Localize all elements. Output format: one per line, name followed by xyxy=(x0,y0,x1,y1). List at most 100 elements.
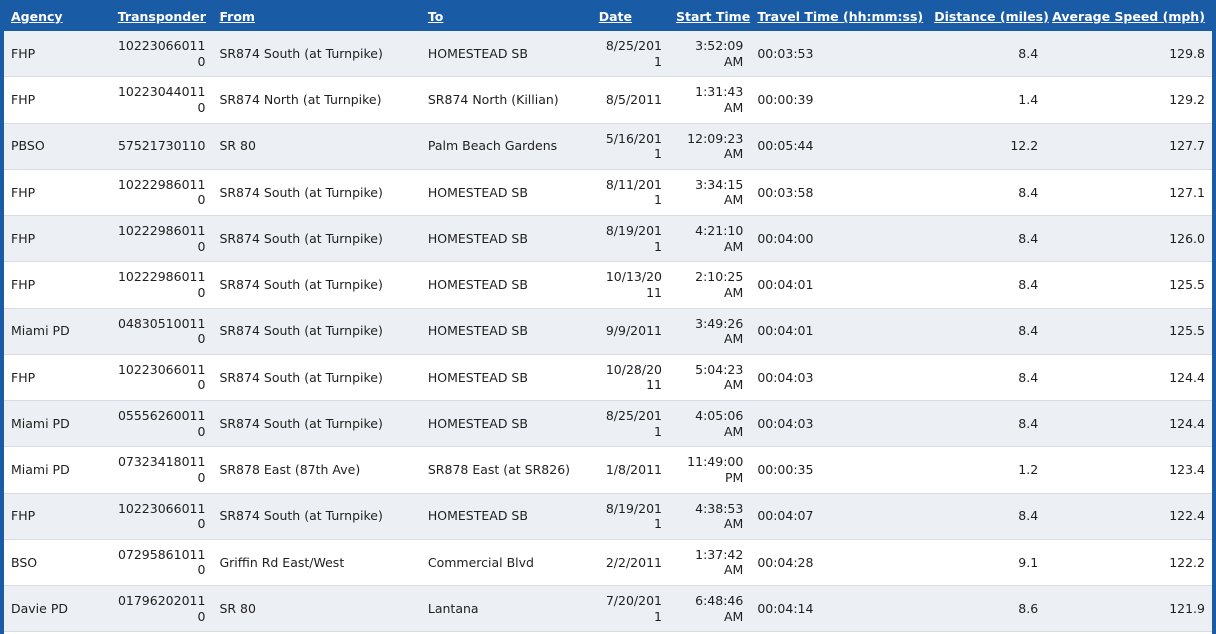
cell-dist: 8.4 xyxy=(927,261,1046,309)
cell-trans: 102230660110 xyxy=(110,354,213,402)
cell-from: SR874 South (at Turnpike) xyxy=(212,261,421,309)
cell-date: 5/16/2011 xyxy=(591,123,669,170)
column-header-agency[interactable]: Agency xyxy=(4,3,111,31)
cell-start: 5:04:23 AM xyxy=(668,354,751,402)
cell-travel: 00:04:03 xyxy=(750,400,928,448)
cell-travel: 00:03:53 xyxy=(750,31,928,78)
table-body: FHP 102230660110 SR874 South (at Turnpike)… xyxy=(4,31,1212,634)
cell-start: 3:52:09 AM xyxy=(668,31,751,78)
cell-dist: 8.4 xyxy=(927,215,1046,263)
cell-from: SR874 South (at Turnpike) xyxy=(212,169,421,217)
cell-from: SR874 North (at Turnpike) xyxy=(212,76,421,124)
cell-date: 8/19/2011 xyxy=(591,493,669,540)
table-row[interactable]: Miami PD 055562600110 SR874 South (at Turn… xyxy=(4,400,1212,448)
cell-to: Commercial Blvd xyxy=(420,539,592,587)
cell-to: HOMESTEAD SB xyxy=(420,261,592,309)
table-row[interactable]: Davie PD 017962020110 SR 80 Lantana 7/20/201… xyxy=(4,585,1212,633)
table-row[interactable]: FHP 102230440110 SR874 North (at Turnpike)… xyxy=(4,76,1212,124)
cell-agency: FHP xyxy=(4,493,111,540)
table-row[interactable]: PBSO 57521730110 SR 80 Palm Beach Gardens 5/… xyxy=(4,123,1212,170)
column-header-from[interactable]: From xyxy=(212,3,421,31)
table-row[interactable]: FHP 102230660110 SR874 South (at Turnpike)… xyxy=(4,31,1212,78)
cell-dist: 8.4 xyxy=(927,354,1046,402)
cell-date: 8/19/2011 xyxy=(591,215,669,263)
cell-travel: 00:04:07 xyxy=(750,493,928,540)
cell-trans: 102230660110 xyxy=(110,31,213,78)
header-row: Agency Transponder From To Date Start Ti… xyxy=(4,3,1212,31)
cell-trans: 102229860110 xyxy=(110,215,213,263)
table-row[interactable]: FHP 102229860110 SR874 South (at Turnpike)… xyxy=(4,261,1212,309)
cell-start: 12:09:23 AM xyxy=(668,123,751,170)
cell-travel: 00:04:28 xyxy=(750,539,928,587)
cell-trans: 102229860110 xyxy=(110,261,213,309)
cell-speed: 121.9 xyxy=(1045,585,1212,633)
table-row[interactable]: FHP 102230660110 SR874 South (at Turnpike)… xyxy=(4,354,1212,402)
cell-travel: 00:03:58 xyxy=(750,169,928,217)
cell-date: 8/25/2011 xyxy=(591,400,669,448)
cell-start: 4:38:53 AM xyxy=(668,493,751,540)
column-header-agency-label[interactable]: Agency xyxy=(11,9,63,24)
cell-to: Lantana xyxy=(420,585,592,633)
cell-date: 8/25/2011 xyxy=(591,31,669,78)
table-row[interactable]: FHP 102229860110 SR874 South (at Turnpike)… xyxy=(4,169,1212,217)
table-row[interactable]: Miami PD 048305100110 SR874 South (at Turn… xyxy=(4,308,1212,355)
cell-date: 2/2/2011 xyxy=(591,539,669,587)
table-row[interactable]: Miami PD 073234180110 SR878 East (87th Ave… xyxy=(4,446,1212,494)
cell-to: HOMESTEAD SB xyxy=(420,215,592,263)
cell-dist: 1.4 xyxy=(927,76,1046,124)
column-header-average-speed[interactable]: Average Speed (mph) xyxy=(1045,3,1212,31)
column-header-travel-time[interactable]: Travel Time (hh:mm:ss) xyxy=(750,3,928,31)
table-row[interactable]: BSO 072958610110 Griffin Rd East/West Comme… xyxy=(4,539,1212,587)
column-header-date[interactable]: Date xyxy=(591,3,669,31)
cell-speed: 129.8 xyxy=(1045,31,1212,78)
cell-travel: 00:05:44 xyxy=(750,123,928,170)
cell-start: 3:34:15 AM xyxy=(668,169,751,217)
table-row[interactable]: FHP 102230660110 SR874 South (at Turnpike)… xyxy=(4,493,1212,540)
cell-from: SR874 South (at Turnpike) xyxy=(212,308,421,355)
column-header-average-speed-label[interactable]: Average Speed (mph) xyxy=(1052,9,1205,24)
cell-agency: BSO xyxy=(4,539,111,587)
cell-from: Griffin Rd East/West xyxy=(212,539,421,587)
cell-start: 1:37:42 AM xyxy=(668,539,751,587)
cell-date: 10/13/2011 xyxy=(591,261,669,309)
cell-to: SR874 North (Killian) xyxy=(420,76,592,124)
cell-to: HOMESTEAD SB xyxy=(420,169,592,217)
cell-dist: 9.1 xyxy=(927,539,1046,587)
cell-start: 3:49:26 AM xyxy=(668,308,751,355)
cell-to: HOMESTEAD SB xyxy=(420,308,592,355)
cell-agency: Miami PD xyxy=(4,400,111,448)
column-header-to-label[interactable]: To xyxy=(428,9,443,24)
column-header-transponder[interactable]: Transponder xyxy=(110,3,213,31)
cell-date: 1/8/2011 xyxy=(591,446,669,494)
cell-from: SR 80 xyxy=(212,123,421,170)
travel-time-results-table: Agency Transponder From To Date Start Ti… xyxy=(4,3,1212,634)
column-header-start-time[interactable]: Start Time xyxy=(668,3,751,31)
cell-agency: FHP xyxy=(4,215,111,263)
column-header-start-time-label[interactable]: Start Time xyxy=(676,9,750,24)
column-header-distance[interactable]: Distance (miles) xyxy=(927,3,1049,31)
cell-start: 2:10:25 AM xyxy=(668,261,751,309)
table-row[interactable]: FHP 102229860110 SR874 South (at Turnpike)… xyxy=(4,215,1212,263)
cell-speed: 122.2 xyxy=(1045,539,1212,587)
column-header-to[interactable]: To xyxy=(420,3,592,31)
cell-dist: 8.4 xyxy=(927,169,1046,217)
cell-date: 8/11/2011 xyxy=(591,169,669,217)
cell-travel: 00:00:35 xyxy=(750,446,928,494)
cell-from: SR874 South (at Turnpike) xyxy=(212,31,421,78)
column-header-from-label[interactable]: From xyxy=(219,9,255,24)
cell-trans: 073234180110 xyxy=(110,446,213,494)
cell-date: 10/28/2011 xyxy=(591,354,669,402)
column-header-travel-time-label[interactable]: Travel Time (hh:mm:ss) xyxy=(757,9,923,24)
cell-from: SR874 South (at Turnpike) xyxy=(212,354,421,402)
cell-agency: Davie PD xyxy=(4,585,111,633)
cell-dist: 1.2 xyxy=(927,446,1046,494)
cell-to: HOMESTEAD SB xyxy=(420,31,592,78)
cell-agency: Miami PD xyxy=(4,308,111,355)
column-header-transponder-label[interactable]: Transponder xyxy=(118,9,206,24)
column-header-distance-label[interactable]: Distance (miles) xyxy=(934,9,1049,24)
cell-dist: 8.4 xyxy=(927,400,1046,448)
column-header-date-label[interactable]: Date xyxy=(599,9,632,24)
cell-to: Palm Beach Gardens xyxy=(420,123,592,170)
cell-agency: FHP xyxy=(4,354,111,402)
cell-from: SR874 South (at Turnpike) xyxy=(212,215,421,263)
